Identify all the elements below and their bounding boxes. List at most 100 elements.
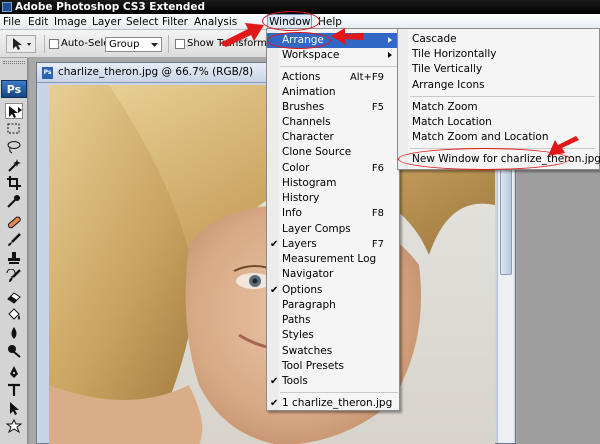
toolbox-grip[interactable] — [3, 61, 25, 64]
menu-item-open-document[interactable]: ✔ 1 charlize_theron.jpg — [267, 396, 399, 411]
menu-item-label: Info — [282, 207, 302, 219]
checkmark-icon: ✔ — [270, 239, 279, 250]
app-title: Adobe Photoshop CS3 Extended — [15, 1, 206, 13]
menu-item-color[interactable]: Color F6 — [267, 161, 399, 176]
menu-separator — [280, 66, 398, 67]
path-selection-tool-icon — [10, 402, 19, 415]
menu-item-animation[interactable]: Animation — [267, 85, 399, 100]
magic-wand-tool[interactable] — [5, 157, 23, 173]
menu-item-clone-source[interactable]: Clone Source — [267, 145, 399, 160]
shape-tool-icon — [6, 419, 22, 433]
show-transform-controls-checkbox[interactable] — [175, 39, 185, 49]
eyedropper-tool[interactable] — [5, 193, 23, 209]
photoshop-logo[interactable]: Ps — [1, 80, 27, 98]
menu-item-arrange[interactable]: Arrange — [267, 33, 399, 48]
shape-tool[interactable] — [5, 418, 23, 434]
healing-brush-tool[interactable] — [5, 214, 23, 230]
submenu-item-new-window[interactable]: New Window for charlize_theron.jpg — [398, 152, 600, 167]
menu-item-paragraph[interactable]: Paragraph — [267, 298, 399, 313]
submenu-item-tile-vertically[interactable]: Tile Vertically — [398, 62, 599, 77]
paint-bucket-tool-icon — [8, 308, 20, 320]
menu-item-label: Navigator — [282, 268, 334, 280]
pen-tool[interactable] — [5, 364, 23, 380]
auto-select-checkbox[interactable] — [49, 39, 59, 49]
crop-tool[interactable] — [5, 175, 23, 191]
document-title: charlize_theron.jpg @ 66.7% (RGB/8) — [58, 66, 254, 78]
auto-select-group-dropdown[interactable]: Group — [105, 37, 162, 52]
eraser-tool[interactable] — [5, 289, 23, 305]
checkmark-icon: ✔ — [270, 376, 279, 387]
menu-item-workspace[interactable]: Workspace — [267, 48, 399, 63]
menu-item-styles[interactable]: Styles — [267, 328, 399, 343]
menu-item-options[interactable]: ✔ Options — [267, 283, 399, 298]
brush-tool[interactable] — [5, 232, 23, 248]
submenu-item-cascade[interactable]: Cascade — [398, 32, 599, 47]
checkmark-icon: ✔ — [270, 398, 279, 409]
eraser-tool-icon — [7, 292, 21, 304]
submenu-item-match-zoom[interactable]: Match Zoom — [398, 100, 599, 115]
tool-preset-picker[interactable] — [6, 35, 36, 53]
menu-item-label: Layers — [282, 238, 317, 250]
menu-item-actions[interactable]: Actions Alt+F9 — [267, 70, 399, 85]
menu-item-channels[interactable]: Channels — [267, 115, 399, 130]
menu-item-layer-comps[interactable]: Layer Comps — [267, 222, 399, 237]
menu-item-label: Layer Comps — [282, 223, 351, 235]
clone-stamp-tool[interactable] — [5, 250, 23, 266]
menu-item-shortcut: F8 — [371, 208, 384, 219]
submenu-item-arrange-icons[interactable]: Arrange Icons — [398, 78, 599, 93]
chevron-down-icon — [151, 43, 158, 47]
menu-item-label: Measurement Log — [282, 253, 377, 265]
pen-tool-icon — [10, 366, 18, 378]
clone-stamp-tool-icon — [8, 252, 20, 264]
menu-separator — [280, 392, 398, 393]
menu-item-label: Tools — [282, 375, 308, 387]
menu-item-tools[interactable]: ✔ Tools — [267, 374, 399, 389]
history-brush-tool[interactable] — [5, 268, 23, 284]
app-title-bar: Adobe Photoshop CS3 Extended — [0, 0, 600, 14]
menu-item-tool-presets[interactable]: Tool Presets — [267, 359, 399, 374]
menu-item-info[interactable]: Info F8 — [267, 206, 399, 221]
menu-edit[interactable]: Edit — [27, 14, 49, 30]
move-tool-icon — [9, 106, 22, 118]
marquee-tool[interactable] — [5, 121, 23, 137]
submenu-item-tile-horizontally[interactable]: Tile Horizontally — [398, 47, 599, 62]
menu-item-layers[interactable]: ✔ Layers F7 — [267, 237, 399, 252]
eyedropper-tool-icon — [7, 195, 20, 208]
menu-item-label: Styles — [282, 329, 314, 341]
menu-select[interactable]: Select — [125, 14, 159, 30]
menu-file[interactable]: File — [2, 14, 22, 30]
blur-tool[interactable] — [5, 325, 23, 341]
menu-item-brushes[interactable]: Brushes F5 — [267, 100, 399, 115]
dodge-tool[interactable] — [5, 343, 23, 359]
marquee-tool-icon — [7, 123, 20, 134]
menu-item-history[interactable]: History — [267, 191, 399, 206]
menu-item-label: History — [282, 192, 320, 204]
menu-item-label: Arrange — [282, 34, 324, 46]
menu-layer[interactable]: Layer — [91, 14, 122, 30]
move-tool[interactable] — [5, 103, 23, 119]
window-menu-dropdown: Arrange Workspace Actions Alt+F9 Animati… — [266, 28, 400, 411]
menu-analysis[interactable]: Analysis — [193, 14, 238, 30]
submenu-item-match-location[interactable]: Match Location — [398, 115, 599, 130]
menu-item-navigator[interactable]: Navigator — [267, 267, 399, 282]
menu-item-measurement-log[interactable]: Measurement Log — [267, 252, 399, 267]
crop-tool-icon — [7, 176, 21, 190]
menu-filter[interactable]: Filter — [161, 14, 189, 30]
type-tool-icon — [8, 383, 20, 396]
menu-item-histogram[interactable]: Histogram — [267, 176, 399, 191]
menu-item-label: Paths — [282, 314, 311, 326]
type-tool[interactable] — [5, 382, 23, 398]
toolbox-panel: Ps — [0, 58, 28, 444]
submenu-separator — [410, 148, 595, 149]
menu-item-shortcut: Alt+F9 — [349, 72, 384, 83]
dodge-tool-icon — [8, 345, 21, 358]
menu-item-paths[interactable]: Paths — [267, 313, 399, 328]
menu-image[interactable]: Image — [53, 14, 88, 30]
options-separator — [44, 35, 45, 53]
submenu-item-match-zoom-and-location[interactable]: Match Zoom and Location — [398, 130, 599, 145]
path-selection-tool[interactable] — [5, 400, 23, 416]
paint-bucket-tool[interactable] — [5, 307, 23, 323]
menu-item-character[interactable]: Character — [267, 130, 399, 145]
menu-item-swatches[interactable]: Swatches — [267, 344, 399, 359]
lasso-tool[interactable] — [5, 139, 23, 155]
